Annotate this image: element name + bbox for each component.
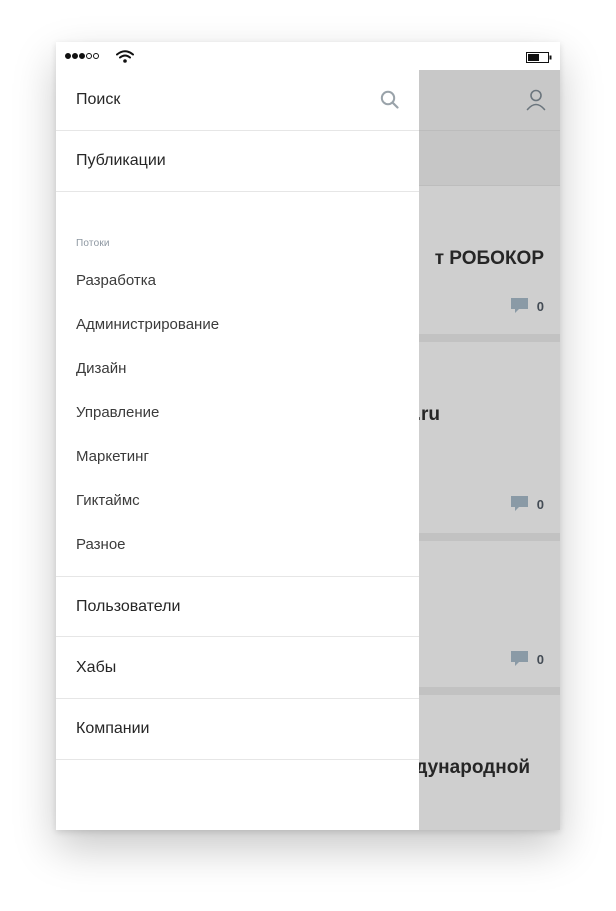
- menu-item-publications[interactable]: Публикации: [56, 131, 419, 192]
- flow-item-administration[interactable]: Администрирование: [56, 302, 419, 346]
- search-label: Поиск: [76, 91, 121, 108]
- menu-item-hubs[interactable]: Хабы: [56, 638, 419, 699]
- post-title: .ru: [415, 404, 440, 425]
- flow-item-label: Дизайн: [76, 359, 127, 377]
- post-title: дународной: [415, 757, 530, 778]
- flow-item-label: Гиктаймс: [76, 491, 140, 509]
- comment-count: 0: [536, 298, 544, 314]
- flow-item-label: Администрирование: [76, 315, 220, 333]
- flow-item-label: Разработка: [76, 271, 156, 289]
- search-row[interactable]: Поиск: [56, 70, 419, 131]
- comment-counter[interactable]: 0: [510, 651, 544, 667]
- flow-item-label: Разное: [76, 535, 126, 553]
- comment-icon: [510, 496, 528, 511]
- flows-section-label: Потоки: [76, 238, 110, 249]
- battery-icon: [526, 52, 552, 63]
- menu-item-users[interactable]: Пользователи: [56, 576, 419, 637]
- wifi-icon: [116, 50, 134, 63]
- flow-item-misc[interactable]: Разное: [56, 522, 419, 566]
- flow-item-management[interactable]: Управление: [56, 390, 419, 434]
- menu-item-label: Пользователи: [76, 597, 181, 615]
- search-icon[interactable]: [380, 90, 399, 109]
- flow-item-design[interactable]: Дизайн: [56, 346, 419, 390]
- comment-icon: [510, 298, 528, 313]
- post-title: т РОБОКОР: [434, 248, 544, 269]
- menu-item-companies[interactable]: Компании: [56, 699, 419, 760]
- comment-icon: [510, 651, 528, 666]
- flow-item-label: Управление: [76, 403, 160, 421]
- menu-item-label: Публикации: [76, 152, 166, 169]
- flow-item-geektimes[interactable]: Гиктаймс: [56, 478, 419, 522]
- menu-item-label: Компании: [76, 720, 150, 737]
- user-icon[interactable]: [526, 89, 546, 111]
- comment-counter[interactable]: 0: [510, 496, 544, 512]
- flow-item-development[interactable]: Разработка: [56, 258, 419, 302]
- signal-strength-icon: [65, 53, 99, 59]
- phone-screen: т РОБОКОР 0 .ru 0 0 дународной Поиск Пуб…: [56, 42, 560, 830]
- comment-count: 0: [536, 496, 544, 512]
- comment-counter[interactable]: 0: [510, 298, 544, 314]
- menu-item-label: Хабы: [76, 659, 117, 676]
- flow-item-marketing[interactable]: Маркетинг: [56, 434, 419, 478]
- navigation-drawer: Поиск Публикации Потоки Разработка Админ…: [56, 70, 419, 830]
- status-bar: [56, 42, 560, 70]
- comment-count: 0: [536, 651, 544, 667]
- flow-item-label: Маркетинг: [76, 447, 149, 465]
